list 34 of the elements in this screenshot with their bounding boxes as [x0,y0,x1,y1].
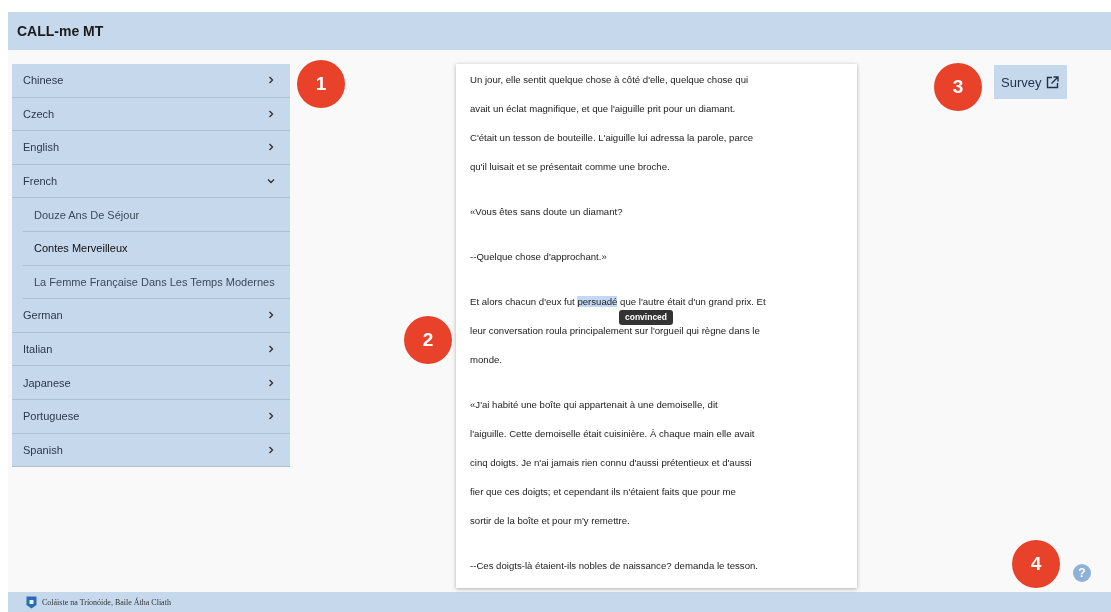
text-line: qu'il luisait et se présentait comme une broche. [470,160,670,174]
text-line: --Ces doigts-là étaient-ils nobles de naissance? demanda le tesson. [470,559,758,573]
chevron-right-icon [266,377,276,388]
text-line: l'aiguille. Cette demoiselle était cuisinière. À chaque main elle avait [470,427,755,441]
text-line: --Quelque chose d'approchant.» [470,250,607,264]
annotation-marker: 1 [297,60,345,108]
text-line: leur conversation roula principalement sur l'orgueil qui règne dans le [470,324,760,338]
text-line: sortir de la boîte et pour m'y remettre. [470,514,630,528]
external-link-icon [1046,75,1060,89]
chevron-right-icon [266,142,276,153]
institution-name: Coláiste na Tríonóide, Baile Átha Cliath [42,597,171,607]
text-line: avait un éclat magnifique, et que l'aiguille prit pour un diamant. [470,102,736,116]
text-line: «J'ai habité une boîte qui appartenait à une demoiselle, dit [470,398,718,412]
text-line: C'était un tesson de bouteille. L'aiguille lui adressa la parole, parce [470,131,754,145]
chevron-right-icon [266,108,276,119]
chevron-right-icon [266,75,276,86]
text-line: Et alors chacun d'eux fut persuadé que l'autre était d'un grand prix. Et [470,295,766,309]
text-line: «Vous êtes sans doute un diamant? [470,205,623,219]
text-line: monde. [470,353,502,367]
chevron-right-icon [266,444,276,455]
highlighted-word[interactable]: persuadé [577,296,618,307]
app-title: CALL-me MT [17,23,104,39]
shield-icon [26,595,37,609]
annotation-marker: 4 [1012,540,1060,588]
chevron-right-icon [266,310,276,321]
survey-button[interactable]: Survey [994,65,1068,99]
text-line: Un jour, elle sentit quelque chose à côté d'elle, quelque chose qui [470,73,749,87]
tooltip: convinced [619,310,674,325]
text-line: fier que ces doigts; et cependant ils n'étaient faits que pour me [470,485,736,499]
annotation-marker: 2 [404,316,452,364]
chevron-right-icon [266,411,276,422]
annotation-marker: 3 [934,63,982,111]
chevron-right-icon [266,344,276,355]
text-line: cinq doigts. Je n'ai jamais rien connu d'aussi prétentieux et d'aussi [470,456,752,470]
